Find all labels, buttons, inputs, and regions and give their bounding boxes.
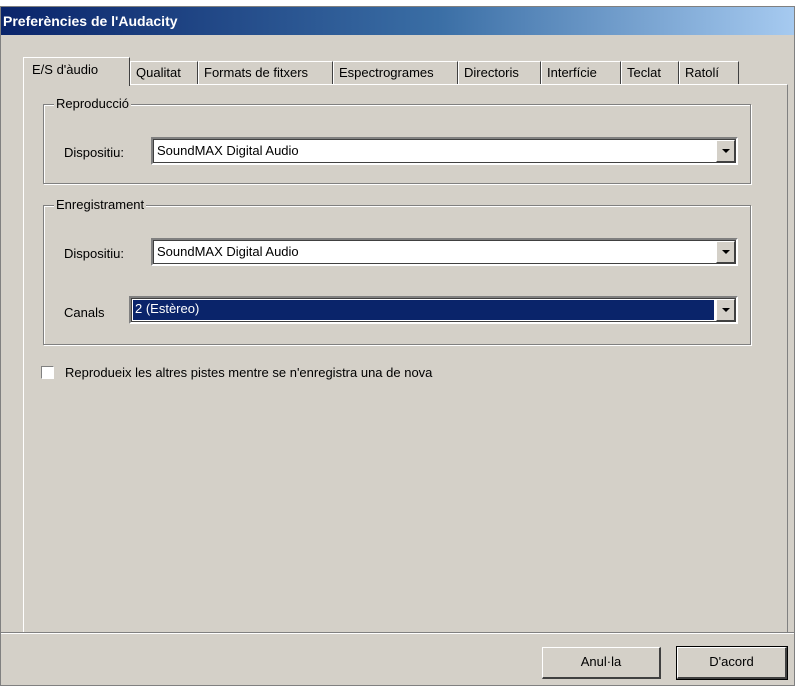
tab-label: Espectrogrames — [339, 65, 434, 80]
tab-keyboard[interactable]: Teclat — [621, 61, 679, 84]
recording-device-label: Dispositiu: — [64, 246, 124, 261]
dropdown-button[interactable] — [716, 299, 735, 321]
window-title: Preferències de l'Audacity — [3, 13, 178, 29]
tab-quality[interactable]: Qualitat — [130, 61, 198, 84]
tab-label: Qualitat — [136, 65, 181, 80]
tab-interface[interactable]: Interfície — [541, 61, 621, 84]
chevron-down-icon — [722, 308, 730, 312]
dropdown-button[interactable] — [716, 241, 735, 263]
ok-button-label: D'acord — [709, 654, 754, 669]
recording-group-label: Enregistrament — [54, 196, 147, 214]
title-bar[interactable]: Preferències de l'Audacity — [1, 7, 794, 35]
overdub-label[interactable]: Reprodueix les altres pistes mentre se n… — [65, 363, 432, 383]
dropdown-button[interactable] — [716, 140, 735, 162]
tab-label: Interfície — [547, 65, 597, 80]
tab-label: Directoris — [464, 65, 519, 80]
tab-label: Formats de fitxers — [204, 65, 309, 80]
preferences-dialog: Preferències de l'Audacity E/S d'àudio Q… — [0, 6, 795, 686]
recording-group: Enregistrament Dispositiu: SoundMAX Digi… — [43, 196, 751, 345]
chevron-down-icon — [722, 149, 730, 153]
recording-device-select[interactable]: SoundMAX Digital Audio — [151, 238, 738, 266]
playback-device-value: SoundMAX Digital Audio — [157, 143, 299, 158]
playback-device-select[interactable]: SoundMAX Digital Audio — [151, 137, 738, 165]
tab-label: Ratolí — [685, 65, 719, 80]
tab-audio-io[interactable]: E/S d'àudio — [23, 57, 130, 86]
ok-button[interactable]: D'acord — [676, 646, 788, 680]
tab-directories[interactable]: Directoris — [458, 61, 541, 84]
chevron-down-icon — [722, 250, 730, 254]
recording-device-value: SoundMAX Digital Audio — [157, 244, 299, 259]
tab-label: E/S d'àudio — [32, 62, 99, 77]
cancel-button[interactable]: Anul·la — [542, 647, 661, 679]
tab-mouse[interactable]: Ratolí — [679, 61, 739, 84]
overdub-checkbox[interactable] — [41, 366, 54, 379]
tab-file-formats[interactable]: Formats de fitxers — [198, 61, 333, 84]
button-separator — [1, 632, 794, 634]
tab-spectrograms[interactable]: Espectrogrames — [333, 61, 458, 84]
channels-select[interactable]: 2 (Estèreo) — [129, 296, 738, 324]
playback-device-label: Dispositiu: — [64, 145, 124, 160]
channels-value: 2 (Estèreo) — [133, 300, 714, 320]
channels-label: Canals — [64, 305, 105, 320]
tab-label: Teclat — [627, 65, 661, 80]
playback-group-label: Reproducció — [54, 95, 131, 113]
cancel-button-label: Anul·la — [580, 654, 622, 669]
playback-group: Reproducció Dispositiu: SoundMAX Digital… — [43, 95, 751, 184]
